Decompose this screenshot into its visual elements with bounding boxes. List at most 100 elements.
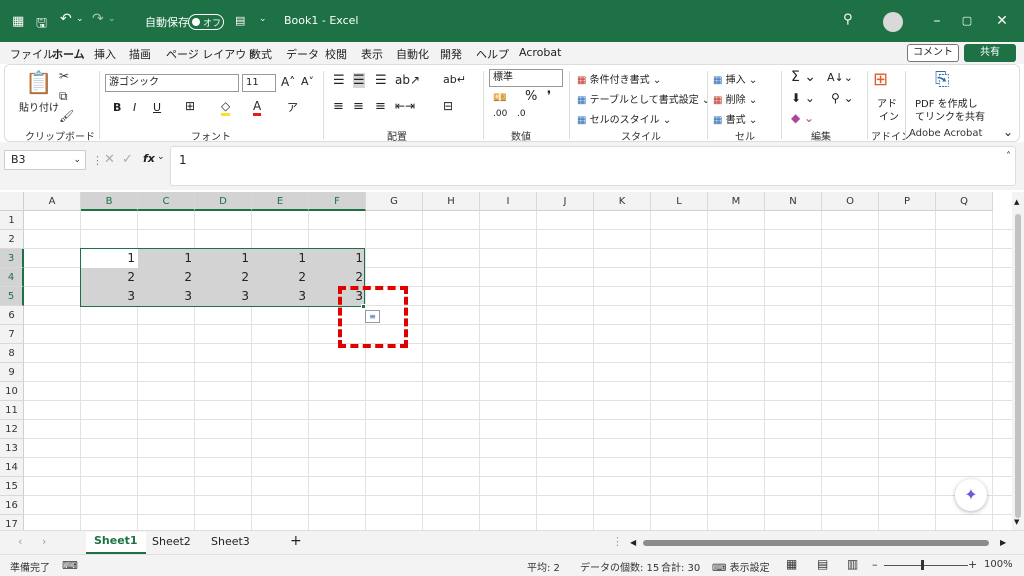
sort-filter-icon[interactable]: A↓⌄ [827,71,853,84]
orientation-icon[interactable]: ab↗ [395,73,420,87]
fx-dropdown-icon[interactable]: ⌄ [157,152,165,162]
cell-d5[interactable]: 3 [195,287,252,306]
cell-b3[interactable]: 1 [81,249,138,268]
row-header-5[interactable]: 5 [0,287,24,306]
display-settings-button[interactable]: ⌨ 表示設定 [712,559,770,574]
fill-color-icon[interactable]: ◇ [221,99,231,116]
scroll-right-icon[interactable]: ▶ [1000,538,1006,547]
scroll-up-icon[interactable]: ▲ [1014,198,1019,206]
cell-b5[interactable]: 3 [81,287,138,306]
redo-dropdown-icon[interactable]: ⌄ [108,14,116,24]
tab-automate[interactable]: 自動化 [396,46,429,62]
column-header-n[interactable]: N [765,192,822,211]
paste-label[interactable]: 貼り付け [19,99,59,114]
cell-e3[interactable]: 1 [252,249,309,268]
zoom-out-icon[interactable]: – [872,558,878,571]
cell-f3[interactable]: 1 [309,249,366,268]
wrap-text-icon[interactable]: ab↵ [443,73,466,86]
column-header-l[interactable]: L [651,192,708,211]
column-header-d[interactable]: D [195,192,252,211]
decrease-decimal-icon[interactable]: .0 [517,109,526,119]
tab-formulas[interactable]: 数式 [250,46,272,62]
zoom-slider[interactable] [884,565,968,566]
column-header-i[interactable]: I [480,192,537,211]
average-status[interactable]: 平均: 2 [527,559,560,574]
paste-icon[interactable]: 📋 [25,71,52,96]
align-top-icon[interactable]: ☰ [333,73,345,88]
column-header-b[interactable]: B [81,192,138,211]
sheet-tab-sheet2[interactable]: Sheet2 [152,535,191,548]
row-header-7[interactable]: 7 [0,325,24,344]
percent-icon[interactable]: % [525,89,537,104]
addins-icon[interactable]: ⊞ [873,69,888,90]
normal-view-icon[interactable]: ▦ [786,557,797,571]
save-icon[interactable]: 🖫 [36,14,47,36]
horizontal-scroll-thumb[interactable] [643,540,989,546]
align-left-icon[interactable]: ≡ [333,99,344,114]
phonetic-icon[interactable]: ア [287,99,298,115]
worksheet-grid[interactable]: ABCDEFGHIJKLMNOPQ 1 2 3 4 5 6 7 8 9 10 11 12 13 14 15 1… [0,192,1012,530]
cell-f4[interactable]: 2 [309,268,366,287]
comment-button[interactable]: コメント [907,44,959,62]
row-header-13[interactable]: 13 [0,439,24,458]
enter-icon[interactable]: ✓ [122,152,133,167]
row-header-1[interactable]: 1 [0,211,24,230]
collapse-ribbon-icon[interactable]: ⌄ [1003,125,1013,139]
sheet-options-icon[interactable]: ⋮ [612,535,623,548]
format-cells-button[interactable]: ▦ 書式 ⌄ [713,111,757,126]
align-bottom-icon[interactable]: ☰ [375,73,387,88]
column-header-o[interactable]: O [822,192,879,211]
align-center-icon[interactable]: ≡ [353,99,364,114]
qat-customize-icon[interactable]: ⌄ [259,14,267,24]
quick-analysis-icon[interactable]: ≡ [365,310,380,323]
share-button[interactable]: 共有 [964,44,1016,62]
decrease-font-icon[interactable]: A˅ [301,75,314,88]
tab-file[interactable]: ファイル [10,46,54,62]
fill-icon[interactable]: ⬇ ⌄ [791,91,815,105]
sum-status[interactable]: 合計: 30 [661,559,700,574]
column-header-a[interactable]: A [24,192,81,211]
maximize-icon[interactable]: ▢ [955,10,979,32]
cell-styles-button[interactable]: ▦ セルのスタイル ⌄ [577,111,671,126]
comma-icon[interactable]: ❜ [547,89,551,104]
row-header-9[interactable]: 9 [0,363,24,382]
row-header-15[interactable]: 15 [0,477,24,496]
minimize-icon[interactable]: – [925,10,949,32]
cell-e5[interactable]: 3 [252,287,309,306]
column-header-e[interactable]: E [252,192,309,211]
redo-icon[interactable]: ↷ [92,11,104,27]
column-header-k[interactable]: K [594,192,651,211]
formula-input[interactable]: 1 ˄ [170,146,1016,186]
tab-view[interactable]: 表示 [361,46,383,62]
column-header-m[interactable]: M [708,192,765,211]
row-header-17[interactable]: 17 [0,515,24,530]
accessibility-icon[interactable]: ⌨ [62,559,78,572]
scroll-left-icon[interactable]: ◀ [630,538,636,547]
align-right-icon[interactable]: ≡ [375,99,386,114]
row-header-14[interactable]: 14 [0,458,24,477]
number-format-select[interactable]: 標準 [489,69,563,87]
row-header-11[interactable]: 11 [0,401,24,420]
delete-cells-button[interactable]: ▦ 削除 ⌄ [713,91,757,106]
bold-icon[interactable]: B [113,101,121,114]
insert-function-icon[interactable]: fx [143,152,155,165]
prev-sheet-icon[interactable]: ‹ [18,535,22,548]
row-header-4[interactable]: 4 [0,268,24,287]
cancel-icon[interactable]: ✕ [104,152,115,167]
name-box[interactable]: B3 ⌄ [4,150,86,170]
clear-icon[interactable]: ◆ ⌄ [791,111,814,125]
insert-cells-button[interactable]: ▦ 挿入 ⌄ [713,71,757,86]
row-header-2[interactable]: 2 [0,230,24,249]
merge-icon[interactable]: ⊟ [443,99,453,113]
column-header-p[interactable]: P [879,192,936,211]
row-header-8[interactable]: 8 [0,344,24,363]
currency-icon[interactable]: 💴 [493,91,507,104]
autosave-toggle[interactable]: オフ [188,14,224,30]
cell-c4[interactable]: 2 [138,268,195,287]
tab-insert[interactable]: 挿入 [94,46,116,62]
create-pdf-label-2[interactable]: てリンクを共有 [915,108,985,123]
cut-icon[interactable]: ✂ [59,69,69,83]
cell-e4[interactable]: 2 [252,268,309,287]
add-sheet-button[interactable]: + [290,533,302,549]
format-painter-icon[interactable]: 🖌 [59,109,74,123]
